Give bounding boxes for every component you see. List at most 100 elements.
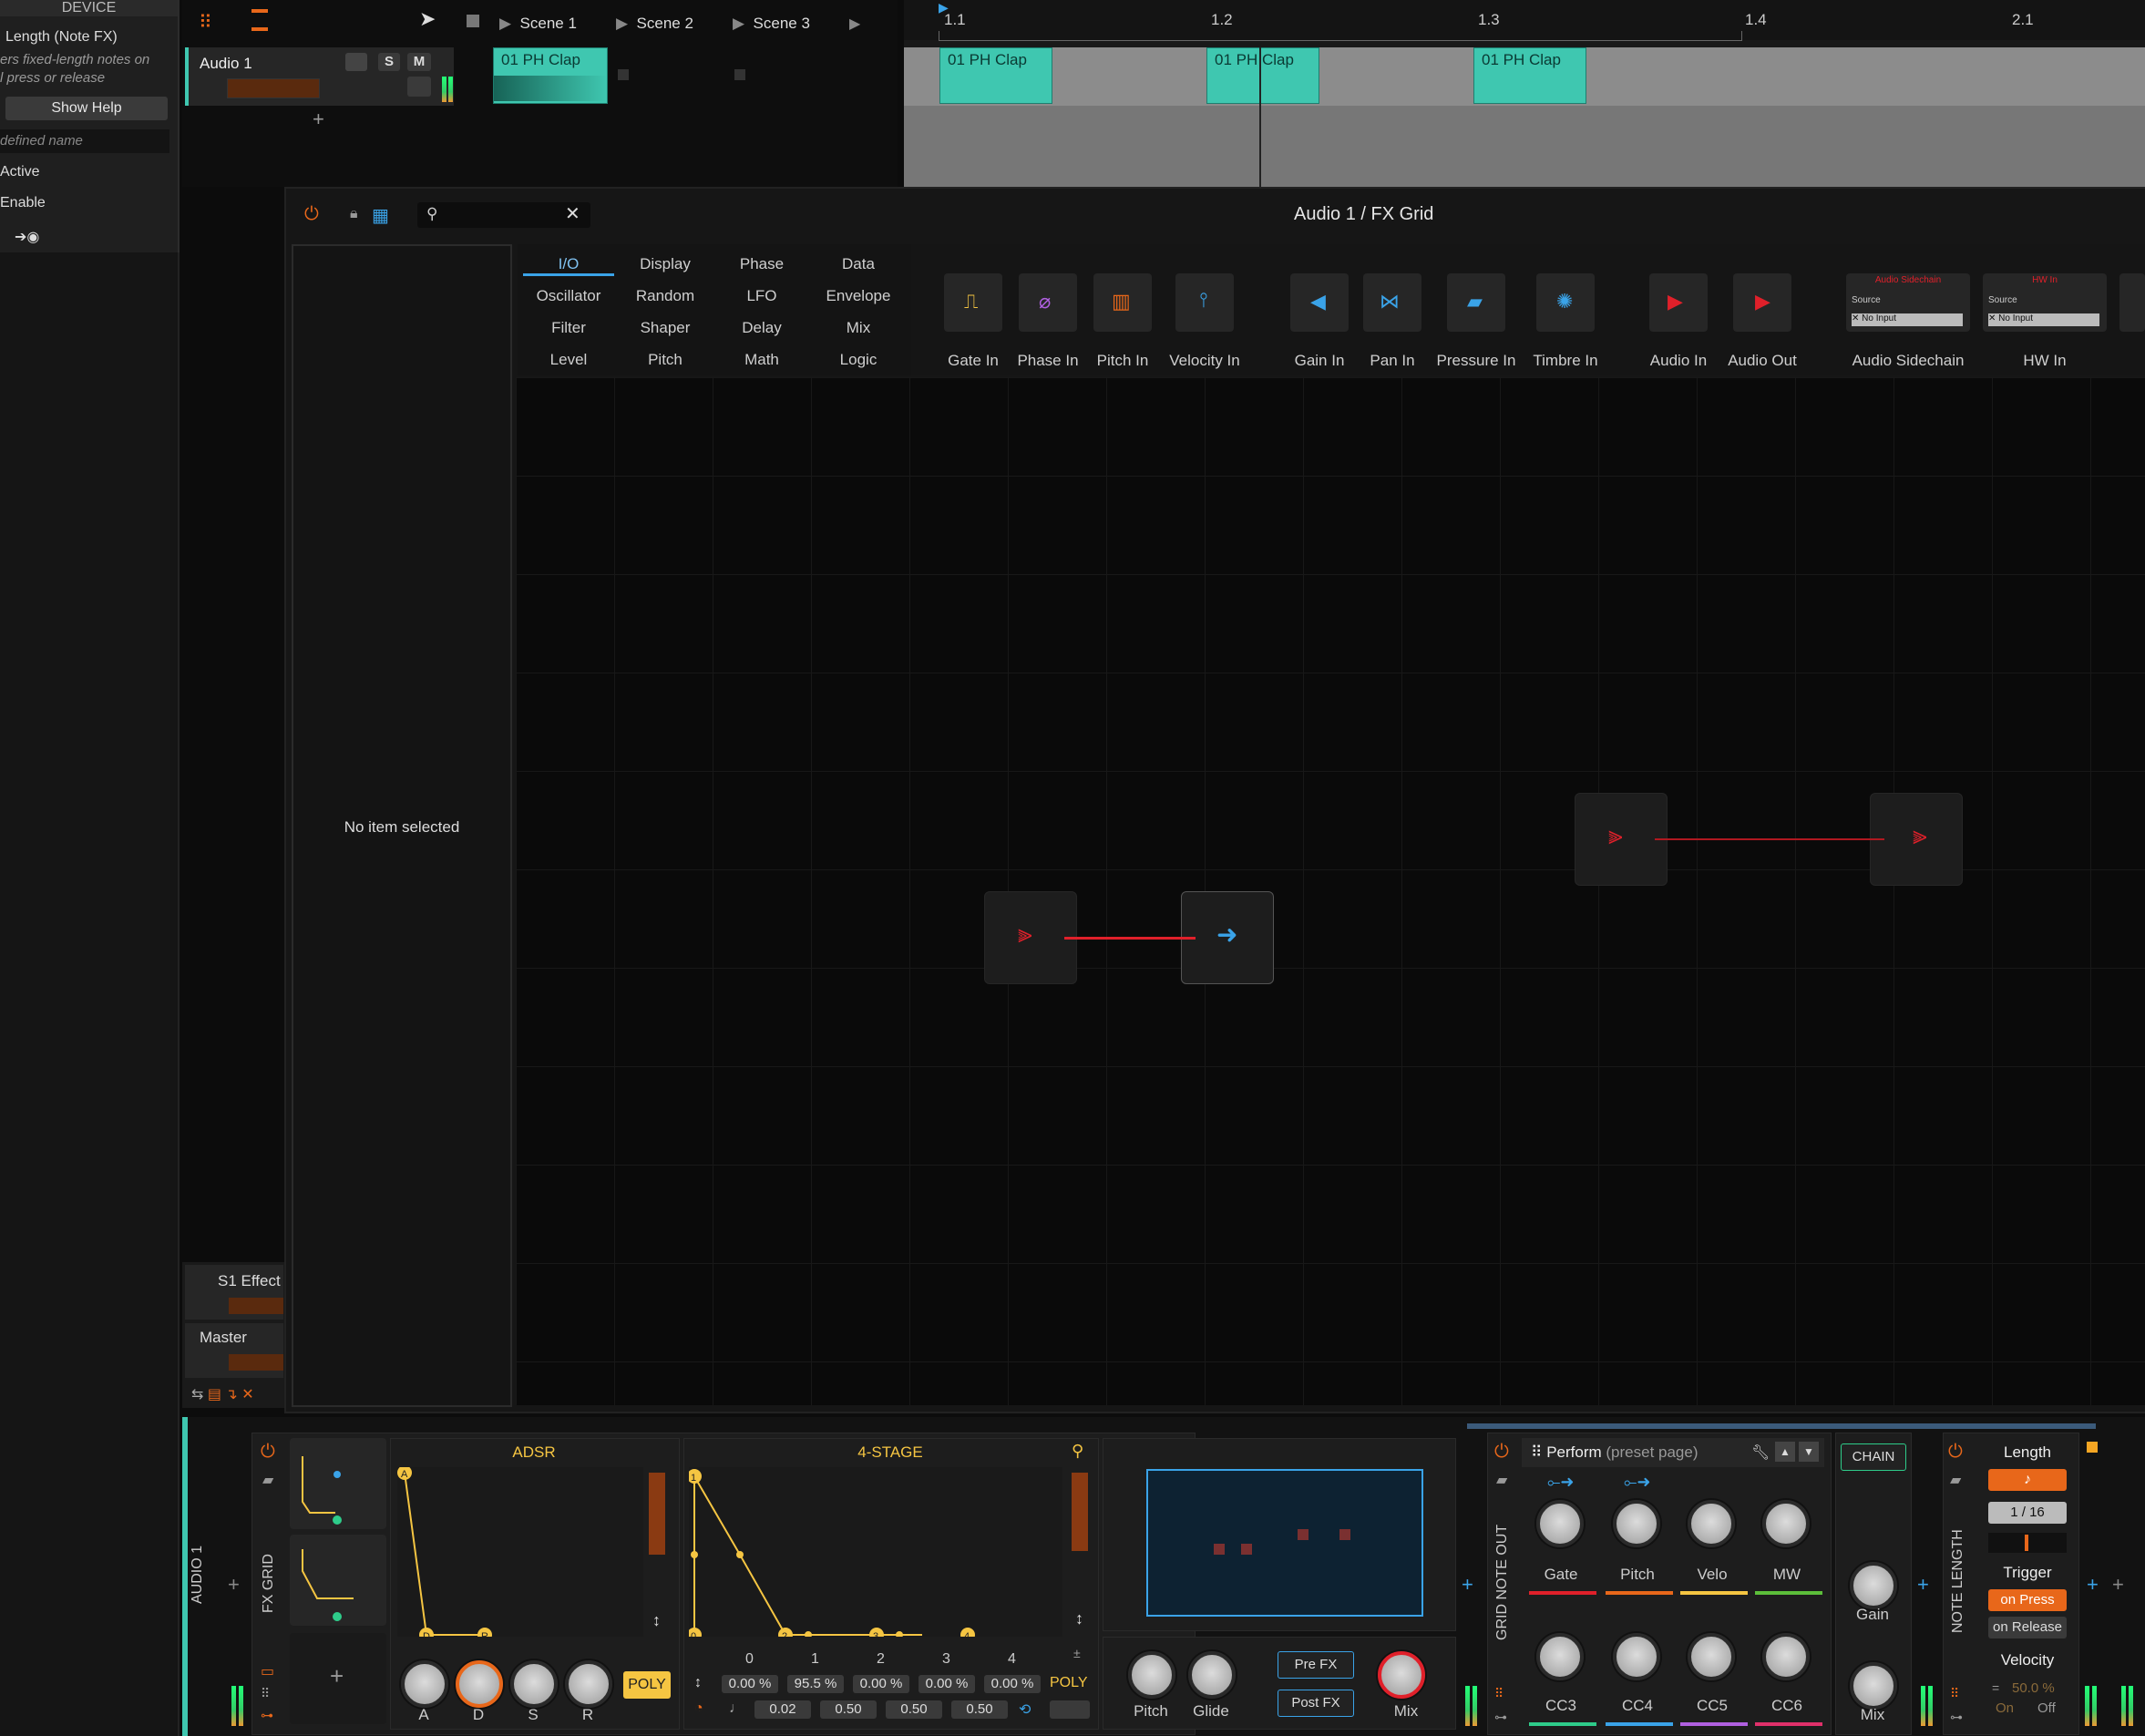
velocity-value[interactable]: 50.0 % [2012, 1680, 2055, 1696]
sync-icon[interactable]: ◔ [694, 1700, 703, 1717]
routing-arrow-icon[interactable]: ⊶ [261, 1708, 273, 1723]
launcher-clip[interactable]: 01 PH Clap [493, 47, 608, 104]
audio-out-module[interactable]: ▶ [1733, 273, 1791, 332]
adsr-display[interactable]: A D R [397, 1467, 643, 1637]
category-pitch[interactable]: Pitch [620, 351, 711, 369]
loop-region[interactable] [939, 31, 1742, 41]
macro-cc3[interactable] [1536, 1633, 1584, 1680]
track-name[interactable]: Audio 1 [200, 55, 252, 73]
stage-time-4[interactable]: 0.50 [951, 1700, 1008, 1719]
audio-cable-2[interactable] [1655, 838, 1884, 840]
stage-time-2[interactable]: 0.50 [820, 1700, 877, 1719]
trigger-on-press[interactable]: on Press [1988, 1589, 2067, 1611]
chain-button[interactable]: CHAIN [1841, 1443, 1906, 1471]
pre-fx-button[interactable]: Pre FX [1278, 1651, 1354, 1679]
stage-point-3[interactable]: 3 [873, 1631, 878, 1637]
scene-1[interactable]: ▶ Scene 1 [499, 7, 577, 40]
adsr-knob-a[interactable] [401, 1660, 448, 1708]
note-length-routing-icon[interactable]: ⊶ [1950, 1710, 1963, 1725]
stage-level-2[interactable]: 0.00 % [853, 1675, 909, 1693]
s1-effect-volume[interactable] [229, 1298, 283, 1314]
fx-grid-power-icon[interactable]: ⏻ [261, 1442, 275, 1463]
note-length-power-icon[interactable]: ⏻ [1948, 1442, 1963, 1463]
category-filter[interactable]: Filter [523, 319, 614, 337]
active-toggle[interactable]: Active [0, 164, 40, 180]
perform-header[interactable]: ⠿ Perform (preset page) 🔧︎ ▲ ▼ [1522, 1438, 1824, 1467]
four-stage-display[interactable]: 1 0 2 3 4 [689, 1467, 1062, 1637]
stage-point-2[interactable]: 2 [782, 1631, 787, 1637]
add-device-icon-4[interactable]: + [2087, 1573, 2099, 1597]
four-stage-level-bar[interactable] [1072, 1473, 1088, 1551]
grid-view-icon[interactable]: ⠿ [199, 11, 212, 34]
playhead-marker[interactable]: ▶ [939, 0, 949, 15]
hw-in-module[interactable]: HW In Source ✕ No Input [1983, 273, 2107, 332]
arranger-clip-1[interactable]: 01 PH Clap [939, 47, 1052, 104]
stage-time-3[interactable]: 0.50 [886, 1700, 942, 1719]
velocity-in-module[interactable]: ⫯ [1175, 273, 1234, 332]
adsr-poly-button[interactable]: POLY [623, 1671, 671, 1699]
empty-slot-2[interactable] [618, 69, 629, 80]
macro-cc5[interactable] [1688, 1633, 1735, 1680]
audio-cable-1[interactable] [1064, 937, 1196, 940]
adsr-knob-d[interactable] [456, 1660, 503, 1708]
pressure-in-module[interactable]: ▰ [1447, 273, 1505, 332]
add-module-slot[interactable]: + [290, 1633, 386, 1724]
gate-mod-icon[interactable]: ⟜➜ [1547, 1473, 1574, 1492]
preview-4stage[interactable] [290, 1535, 386, 1626]
adsr-knob-r[interactable] [565, 1660, 612, 1708]
adsr-level-bar[interactable] [649, 1473, 665, 1555]
glide-knob[interactable] [1188, 1651, 1236, 1699]
stage-level-0[interactable]: 0.00 % [722, 1675, 778, 1693]
power-icon[interactable]: ⏻ [304, 204, 319, 225]
audio-in-node[interactable]: ⫸ [984, 891, 1077, 984]
preset-browser-icon[interactable]: ▰ [262, 1471, 273, 1489]
add-device-icon-3[interactable]: + [1917, 1573, 1929, 1597]
list-view-icon[interactable] [251, 9, 268, 31]
mute-button[interactable]: M [407, 53, 431, 71]
hw-source-select[interactable]: ✕ No Input [1988, 313, 2099, 326]
category-logic[interactable]: Logic [813, 351, 904, 369]
s1-effect-track[interactable]: S1 Effect [185, 1265, 283, 1320]
category-mix[interactable]: Mix [813, 319, 904, 337]
timbre-in-module[interactable]: ✺ [1536, 273, 1595, 332]
stage-point-0[interactable]: 0 [691, 1631, 696, 1637]
category-display[interactable]: Display [620, 255, 711, 273]
note-length-preset-icon[interactable]: ▰ [1950, 1471, 1961, 1489]
adsr-point-d[interactable]: D [423, 1631, 430, 1637]
note-out-dots-icon[interactable]: ⠿ [1494, 1686, 1504, 1701]
grid-viewport[interactable] [1146, 1469, 1423, 1617]
grid-icon[interactable]: ▦ [372, 204, 389, 227]
category-lfo[interactable]: LFO [716, 287, 807, 305]
trigger-on-release[interactable]: on Release [1988, 1617, 2067, 1638]
velocity-off[interactable]: Off [2037, 1700, 2056, 1716]
pitch-knob[interactable] [1128, 1651, 1175, 1699]
category-io[interactable]: I/O [523, 255, 614, 273]
macro-velo[interactable] [1688, 1500, 1735, 1547]
device-remote-indicator[interactable] [2087, 1442, 2098, 1453]
window-icon[interactable]: ▭ [261, 1662, 274, 1680]
more-module[interactable] [2119, 273, 2145, 332]
pitch-mod-icon[interactable]: ⟜➜ [1624, 1473, 1650, 1492]
show-help-button[interactable]: Show Help [5, 97, 168, 120]
post-fx-button[interactable]: Post FX [1278, 1690, 1354, 1717]
footer-icons[interactable]: ⇆ ▤ ↴ ✕ [191, 1385, 254, 1403]
length-slider[interactable] [1988, 1533, 2067, 1553]
macro-cc4[interactable] [1613, 1633, 1660, 1680]
volume-slider[interactable] [227, 78, 320, 98]
chain-mix-knob[interactable] [1850, 1662, 1897, 1710]
stage-level-1[interactable]: 95.5 % [787, 1675, 844, 1693]
master-track[interactable]: Master [185, 1323, 283, 1378]
category-shaper[interactable]: Shaper [620, 319, 711, 337]
macro-mw[interactable] [1762, 1500, 1810, 1547]
four-stage-search-icon[interactable]: ⚲ [1072, 1442, 1083, 1461]
loop-mode-select[interactable] [1050, 1700, 1090, 1719]
pitch-in-module[interactable]: ▥ [1093, 273, 1152, 332]
stage-point-4[interactable]: 4 [964, 1631, 970, 1637]
add-device-icon-2[interactable]: + [1462, 1573, 1473, 1597]
arranger-clip-2[interactable]: 01 PH Clap [1206, 47, 1319, 104]
audio-in-node-2[interactable]: ⫸ [1575, 793, 1668, 886]
adsr-point-r[interactable]: R [481, 1631, 488, 1637]
record-arm-button[interactable] [345, 53, 367, 71]
length-note-mode[interactable]: ♪ [1988, 1469, 2067, 1491]
category-delay[interactable]: Delay [716, 319, 807, 337]
